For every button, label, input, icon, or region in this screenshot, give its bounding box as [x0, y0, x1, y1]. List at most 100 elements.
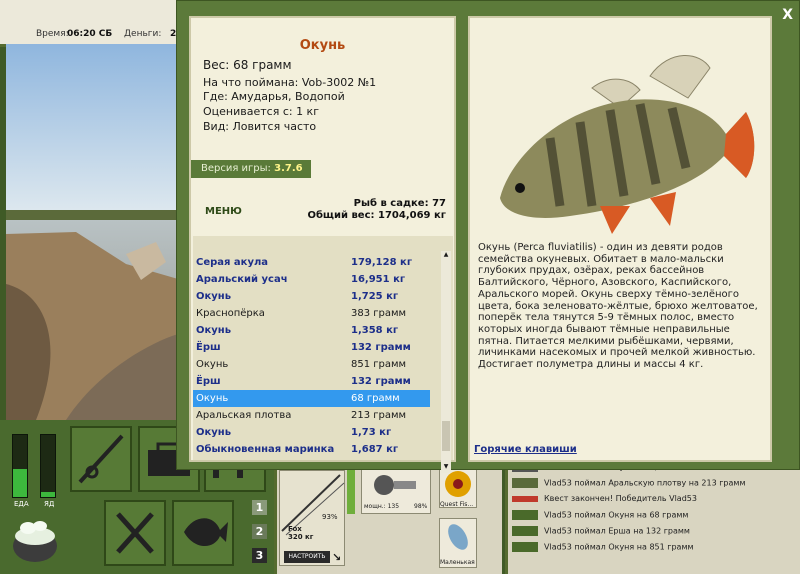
catch-fish-name: Окунь — [196, 291, 232, 302]
catch-list-row[interactable]: Аральский усач 16,951 кг — [193, 271, 430, 288]
catch-list-row[interactable]: Окунь 1,358 кг — [193, 322, 430, 339]
catch-fish-weight: 851 грамм — [351, 359, 407, 370]
catch-fish-weight: 1,725 кг — [351, 291, 399, 302]
line-slot[interactable]: Quest Fis... — [439, 468, 477, 508]
catch-list-row[interactable]: Окунь 851 грамм — [193, 356, 430, 373]
fish-name-title: Окунь — [299, 38, 346, 53]
catch-fish-name: Краснопёрка — [196, 308, 265, 319]
catch-fish-name: Аральская плотва — [196, 410, 292, 421]
catch-fish-name: Окунь — [196, 427, 232, 438]
fish-location: Где: Амударья, Водопой — [203, 90, 345, 103]
chat-line: Vlad53 поймал Ерша на 132 грамм — [512, 526, 690, 542]
catch-list-row[interactable]: Аральская плотва 213 грамм — [193, 407, 430, 424]
catch-list-row[interactable]: Окунь 1,73 кг — [193, 424, 430, 441]
rod-tackle-slot[interactable]: Fox 320 кг 93% НАСТРОИТЬ ↘ — [279, 470, 345, 566]
fishing-line-icon — [445, 471, 471, 497]
catch-fish-weight: 1,73 кг — [351, 427, 392, 438]
fish-slot[interactable] — [172, 500, 234, 566]
catch-fish-weight: 213 грамм — [351, 410, 407, 421]
rod-percent: 93% — [322, 513, 338, 521]
slot-2-button[interactable]: 2 — [252, 524, 267, 539]
cursor-icon: ↘ — [332, 551, 342, 564]
chat-log: Vlad53 поймал Окуня на 1,73 кг Vlad53 по… — [505, 462, 800, 574]
catch-fish-weight: 132 грамм — [351, 342, 411, 353]
fish-weight: Вес: 68 грамм — [203, 58, 292, 72]
reel-percent: 98% — [414, 503, 428, 510]
catch-list: Серая акула 179,128 кг Аральский усач 16,95… — [193, 236, 453, 460]
catch-fish-name: Ёрш — [196, 376, 221, 387]
perch-image — [500, 55, 755, 234]
food-meter — [12, 434, 28, 498]
poison-meter-label: ЯД — [44, 500, 55, 508]
chat-line: Квест закончен! Победитель Vlad53 — [512, 494, 697, 510]
reel-icon — [374, 475, 416, 495]
reel-slot[interactable]: мощн.: 135 98% — [361, 468, 431, 514]
slot-1-button[interactable]: 1 — [252, 500, 267, 515]
chat-line: Vlad53 поймал Окуня на 851 грамм — [512, 542, 694, 558]
fork-knife-icon — [116, 512, 154, 554]
rod-slot[interactable] — [70, 426, 132, 492]
catch-fish-name: Аральский усач — [196, 274, 288, 285]
rod-weight: 320 кг — [288, 533, 314, 541]
hotkeys-link[interactable]: Горячие клавиши — [474, 444, 577, 455]
catch-fish-weight: 383 грамм — [351, 308, 407, 319]
time-label: Время: — [36, 29, 69, 39]
catch-list-row[interactable]: Обыкновенная маринка 1,687 кг — [193, 441, 430, 458]
chat-line: Vlad53 поймал Окуня на 68 грамм — [512, 510, 688, 526]
catch-list-row[interactable]: Краснопёрка 383 грамм — [193, 305, 430, 322]
catch-list-row[interactable]: Окунь 1,725 кг — [193, 288, 430, 305]
catch-fish-name: Ёрш — [196, 342, 221, 353]
fish-icon — [512, 526, 538, 536]
fish-icon — [512, 542, 538, 552]
catch-fish-name: Серая акула — [196, 257, 269, 268]
fish-description-panel: Окунь (Perca fluviatilis) - один из девя… — [468, 16, 772, 462]
scroll-up-icon[interactable]: ▲ — [442, 251, 450, 259]
catch-list-row[interactable]: Серая акула 179,128 кг — [193, 254, 430, 271]
fish-icon — [512, 510, 538, 520]
catch-fish-weight: 16,951 кг — [351, 274, 406, 285]
line-name: Quest Fis... — [440, 501, 474, 508]
fishing-scene-image — [6, 44, 178, 420]
rod-condition-bar — [347, 470, 355, 514]
cauldron-icon[interactable] — [10, 514, 60, 566]
catch-fish-weight: 132 грамм — [351, 376, 411, 387]
slot-3-button[interactable]: 3 — [252, 548, 267, 563]
tackle-panel: Fox 320 кг 93% НАСТРОИТЬ ↘ мощн.: 135 98… — [274, 462, 502, 574]
reel-power: мощн.: 135 — [364, 503, 400, 510]
fish-icon — [512, 478, 538, 488]
catch-fish-weight: 179,128 кг — [351, 257, 413, 268]
food-slot[interactable] — [104, 500, 166, 566]
game-version: Версия игры: 3.7.6 — [191, 160, 311, 178]
catch-fish-name: Окунь — [196, 393, 229, 404]
menu-button[interactable]: МЕНЮ — [205, 206, 242, 217]
catch-fish-name: Обыкновенная маринка — [196, 444, 335, 455]
lure-name: Маленькая — [440, 559, 475, 566]
poison-meter — [40, 434, 56, 498]
scroll-thumb[interactable] — [442, 421, 450, 451]
catch-fish-weight: 1,687 кг — [351, 444, 399, 455]
total-weight: Общий вес: 1704,069 кг — [307, 210, 446, 221]
catch-list-row[interactable]: Ёрш 132 грамм — [193, 373, 430, 390]
fish-icon — [184, 518, 228, 547]
scroll-down-icon[interactable]: ▼ — [442, 463, 450, 471]
rod-name: Fox — [288, 525, 302, 533]
fishing-rod-icon — [78, 434, 124, 484]
chat-line: Vlad53 поймал Аральскую плотву на 213 гр… — [512, 478, 745, 494]
food-meter-fill — [13, 469, 27, 497]
catch-list-row[interactable]: Ёрш 132 грамм — [193, 339, 430, 356]
fish-description: Окунь (Perca fluviatilis) - один из девя… — [478, 242, 758, 371]
catch-info-panel: Окунь Вес: 68 грамм На что поймана: Vob-… — [189, 16, 456, 473]
setup-button[interactable]: НАСТРОИТЬ — [284, 551, 330, 563]
fish-frequency: Вид: Ловится часто — [203, 120, 317, 133]
catch-fish-weight: 1,358 кг — [351, 325, 399, 336]
catch-list-scrollbar[interactable]: ▲ ▼ — [441, 251, 451, 473]
money-label: Деньги: — [124, 29, 162, 39]
poison-meter-fill — [41, 492, 55, 497]
fish-value-threshold: Оценивается с: 1 кг — [203, 105, 319, 118]
lure-icon — [512, 495, 538, 502]
close-button[interactable]: X — [782, 7, 793, 23]
lure-slot[interactable]: Маленькая — [439, 518, 477, 568]
catch-list-row[interactable]: Окунь 68 грамм — [193, 390, 430, 407]
fish-bait: На что поймана: Vob-3002 №1 — [203, 76, 377, 89]
keepnet-count: Рыб в садке: 77 — [353, 198, 446, 209]
